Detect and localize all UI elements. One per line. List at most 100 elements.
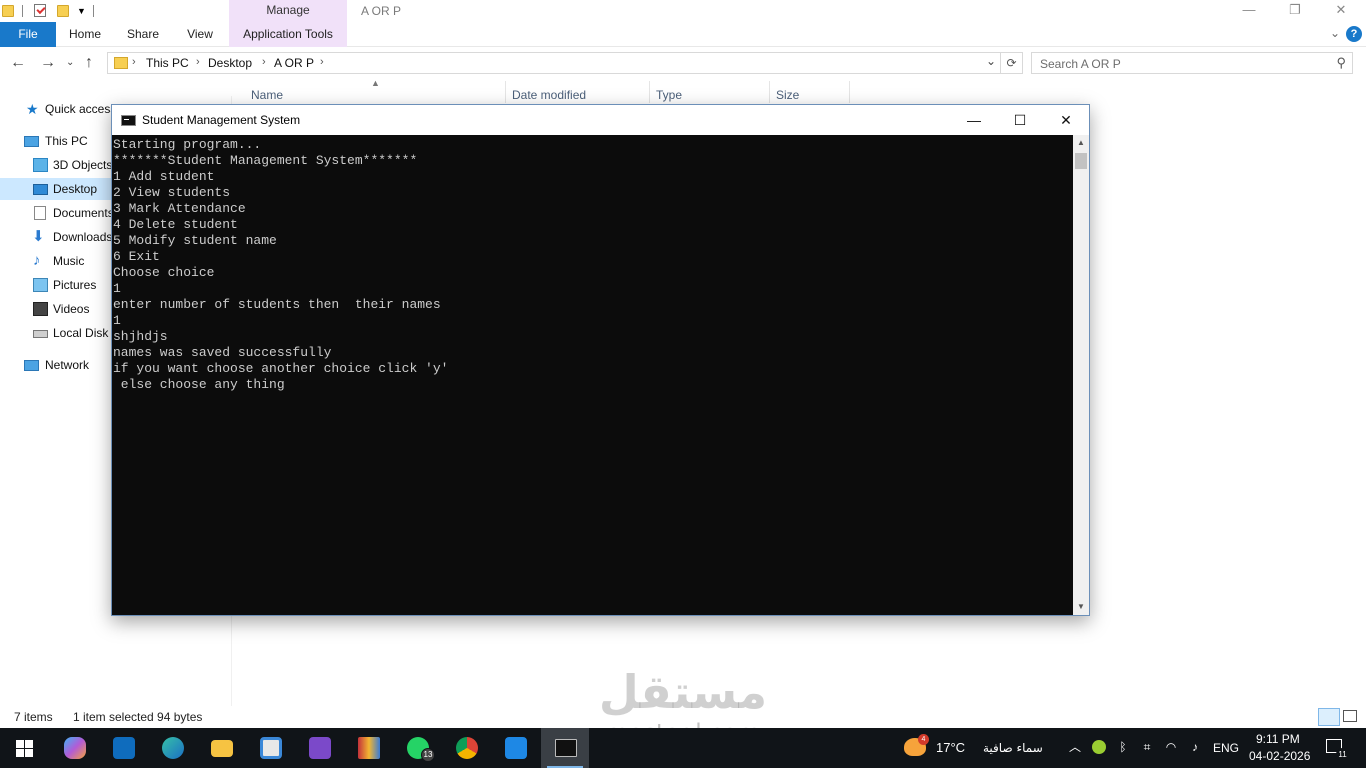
quick-toolbar-divider <box>93 5 94 17</box>
customize-toolbar-chevron-icon[interactable]: ▼ <box>77 6 86 22</box>
console-output[interactable]: Starting program... *******Student Manag… <box>112 135 1073 615</box>
edge-icon <box>162 737 184 759</box>
taskbar-winrar[interactable] <box>344 728 392 768</box>
close-button[interactable]: ✕ <box>1318 0 1364 22</box>
nav-label: Documents <box>53 206 114 220</box>
taskbar-chrome[interactable] <box>442 728 490 768</box>
windows-logo-icon <box>16 740 24 748</box>
expand-ribbon-chevron-icon[interactable]: ⌄ <box>1330 26 1340 40</box>
desktop-icon <box>33 184 48 195</box>
search-input[interactable]: Search A OR P ⚲ <box>1031 52 1353 74</box>
breadcrumb-this-pc[interactable]: This PC <box>146 56 189 70</box>
download-arrow-icon: ⬇ <box>32 228 45 245</box>
taskbar-file-explorer[interactable] <box>197 728 245 768</box>
column-divider[interactable] <box>505 81 506 103</box>
tab-view[interactable]: View <box>172 22 228 47</box>
console-minimize-button[interactable]: — <box>951 105 997 135</box>
breadcrumb-separator[interactable]: › <box>320 56 324 68</box>
properties-icon[interactable] <box>34 4 46 17</box>
search-icon: ⚲ <box>1336 55 1346 70</box>
clock-time[interactable]: 9:11 PM <box>1256 732 1300 746</box>
console-line: 2 View students <box>113 185 231 200</box>
column-header-type[interactable]: Type <box>656 88 682 102</box>
tab-application-tools[interactable]: Application Tools <box>229 22 347 47</box>
nav-label: Desktop <box>53 182 98 196</box>
scrollbar-thumb[interactable] <box>1075 153 1087 169</box>
column-divider[interactable] <box>769 81 770 103</box>
column-divider[interactable] <box>849 81 850 103</box>
status-item-count: 7 items <box>14 710 53 724</box>
console-app-icon[interactable] <box>121 115 136 126</box>
clock-date[interactable]: 04-02-2026 <box>1249 749 1310 763</box>
outlook-icon <box>113 737 135 759</box>
up-arrow-icon[interactable]: ↑ <box>85 53 93 73</box>
breadcrumb-separator: › <box>132 56 136 68</box>
taskbar-outlook[interactable] <box>99 728 147 768</box>
taskbar-copilot[interactable] <box>50 728 98 768</box>
console-scrollbar[interactable]: ▲ ▼ <box>1073 135 1089 615</box>
column-divider[interactable] <box>649 81 650 103</box>
restore-button[interactable]: ❐ <box>1272 0 1318 22</box>
window-title: A OR P <box>361 4 402 18</box>
help-icon[interactable]: ? <box>1346 26 1362 42</box>
watermark-arabic-text: مستقل <box>598 665 768 719</box>
hard-drive-icon <box>33 330 48 338</box>
address-bar[interactable]: › This PC › Desktop › A OR P › ⌄ <box>107 52 1001 74</box>
scroll-up-arrow-icon[interactable]: ▲ <box>1073 135 1089 151</box>
console-titlebar[interactable]: Student Management System — ☐ ✕ <box>112 105 1089 135</box>
console-window[interactable]: Student Management System — ☐ ✕ Starting… <box>111 104 1090 616</box>
app-tray-icon[interactable] <box>1092 740 1106 754</box>
column-header-date-modified[interactable]: Date modified <box>512 88 586 102</box>
taskbar-whatsapp[interactable]: 13 <box>393 728 441 768</box>
breadcrumb-separator[interactable]: › <box>262 56 266 68</box>
taskbar-terminal[interactable] <box>541 728 589 768</box>
notification-count-badge: 11 <box>1336 748 1349 761</box>
recent-locations-chevron-icon[interactable]: ⌄ <box>66 53 74 73</box>
bluetooth-icon[interactable]: ᛒ <box>1116 740 1130 754</box>
taskbar-vscode[interactable] <box>491 728 539 768</box>
weather-alert-badge: 4 <box>918 734 929 745</box>
scroll-down-arrow-icon[interactable]: ▼ <box>1073 599 1089 615</box>
breadcrumb-a-or-p[interactable]: A OR P <box>274 56 314 70</box>
whatsapp-unread-badge: 13 <box>421 748 435 762</box>
breadcrumb-separator[interactable]: › <box>196 56 200 68</box>
console-line: *******Student Management System******* <box>113 153 418 168</box>
back-arrow-icon[interactable]: ← <box>10 53 26 73</box>
taskbar-edge[interactable] <box>148 728 196 768</box>
meet-now-icon[interactable]: ⌗ <box>1140 740 1154 754</box>
details-view-icon[interactable] <box>1318 708 1340 726</box>
address-dropdown-chevron-icon[interactable]: ⌄ <box>986 54 996 68</box>
start-button[interactable] <box>0 728 48 768</box>
address-row: ← → ⌄ ↑ › This PC › Desktop › A OR P › ⌄… <box>0 50 1366 78</box>
tab-share[interactable]: Share <box>114 22 172 47</box>
console-maximize-button[interactable]: ☐ <box>997 105 1043 135</box>
refresh-icon[interactable]: ⟳ <box>1001 52 1023 74</box>
copilot-icon <box>64 737 86 759</box>
console-line: Starting program... <box>113 137 262 152</box>
weather-temperature[interactable]: 17°C <box>936 728 965 768</box>
large-icons-view-icon[interactable] <box>1343 710 1357 722</box>
forward-arrow-icon[interactable]: → <box>40 53 56 73</box>
console-close-button[interactable]: ✕ <box>1043 105 1089 135</box>
console-line: shjhdjs <box>113 329 168 344</box>
show-hidden-icons-chevron-icon[interactable]: ︿ <box>1068 740 1082 754</box>
taskbar-visual-studio[interactable] <box>295 728 343 768</box>
wifi-icon[interactable]: ◠ <box>1164 740 1178 754</box>
volume-icon[interactable]: ♪ <box>1188 740 1202 754</box>
tab-file[interactable]: File <box>0 22 56 47</box>
console-line: 6 Exit <box>113 249 160 264</box>
console-line: Choose choice <box>113 265 215 280</box>
winrar-icon <box>358 737 380 759</box>
console-line: else choose any thing <box>113 377 285 392</box>
breadcrumb-desktop[interactable]: Desktop <box>208 56 252 70</box>
weather-description[interactable]: سماء صافية <box>983 728 1043 768</box>
taskbar-store[interactable] <box>246 728 294 768</box>
minimize-button[interactable]: — <box>1226 0 1272 22</box>
taskbar: 13 4 17°C سماء صافية ︿ ᛒ ⌗ ◠ ♪ ENG 9:11 … <box>0 728 1366 768</box>
column-header-size[interactable]: Size <box>776 88 799 102</box>
input-language[interactable]: ENG <box>1213 728 1239 768</box>
vscode-icon <box>505 737 527 759</box>
tab-home[interactable]: Home <box>56 22 114 47</box>
new-folder-icon[interactable] <box>57 5 69 17</box>
column-header-name[interactable]: Name <box>251 88 283 102</box>
